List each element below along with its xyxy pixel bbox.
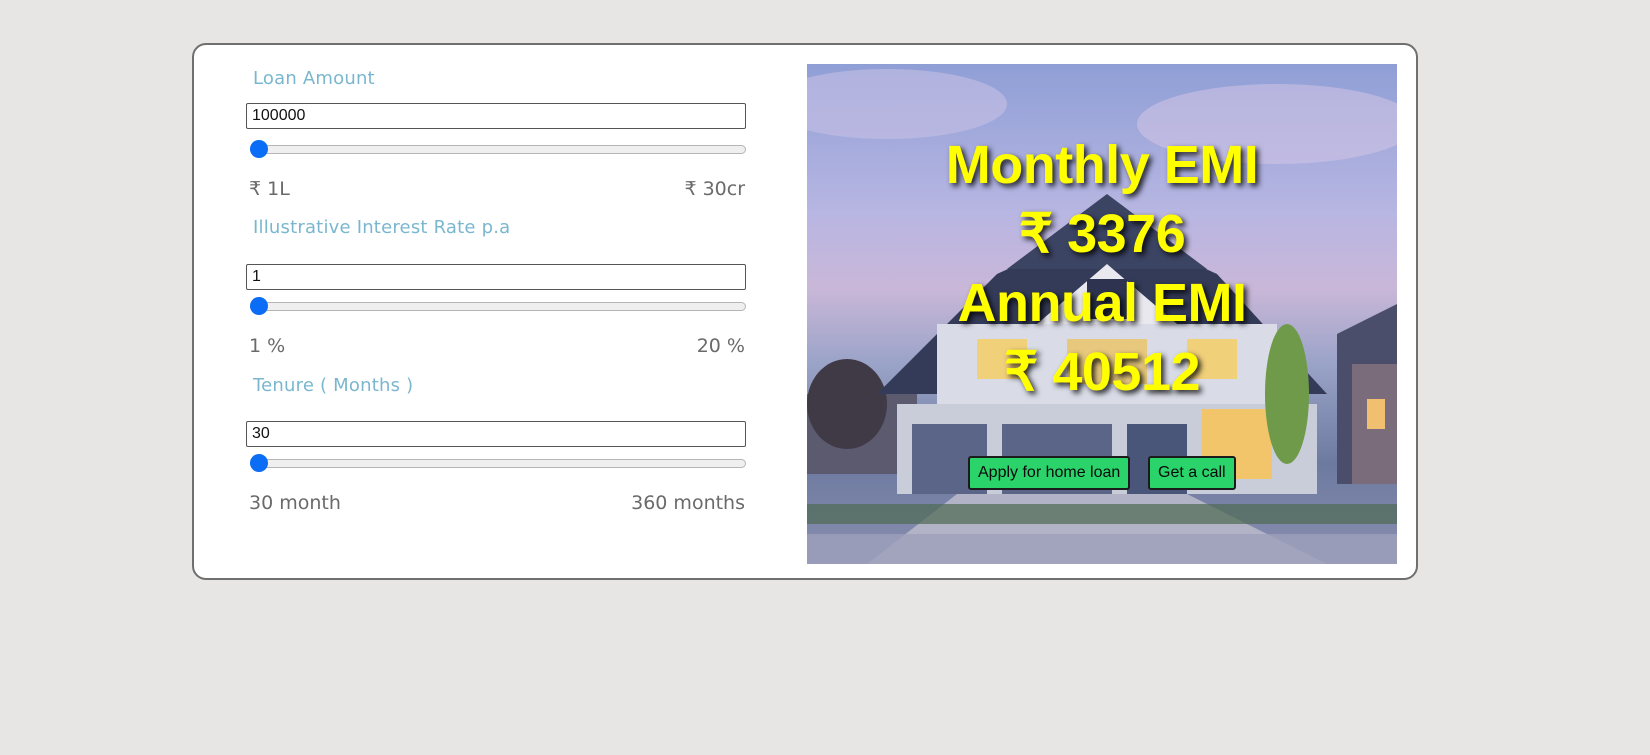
annual-emi-value: ₹ 40512 — [1003, 342, 1201, 402]
house-hero-image: Monthly EMI ₹ 3376 Annual EMI ₹ 40512 Ap… — [807, 64, 1397, 564]
interest-rate-max-label: 20 % — [696, 335, 745, 357]
annual-emi-label: Annual EMI — [957, 273, 1248, 333]
interest-rate-min-label: 1 % — [249, 335, 286, 357]
loan-amount-min-label: ₹ 1L — [249, 178, 290, 200]
apply-home-loan-button[interactable]: Apply for home loan — [968, 456, 1131, 490]
loan-amount-input[interactable] — [246, 103, 746, 129]
slider-thumb[interactable] — [250, 140, 268, 158]
loan-amount-slider[interactable] — [246, 139, 746, 159]
monthly-emi-label: Monthly EMI — [945, 135, 1259, 195]
slider-track — [250, 459, 746, 468]
tenure-input[interactable] — [246, 421, 746, 447]
tenure-label: Tenure ( Months ) — [253, 375, 414, 396]
tenure-min-label: 30 month — [249, 492, 341, 514]
slider-thumb[interactable] — [250, 454, 268, 472]
interest-rate-input[interactable] — [246, 264, 746, 290]
loan-amount-label: Loan Amount — [253, 68, 375, 89]
loan-amount-max-label: ₹ 30cr — [684, 178, 745, 200]
monthly-emi-value: ₹ 3376 — [1018, 204, 1186, 264]
slider-track — [250, 145, 746, 154]
emi-calculator-card: Loan Amount ₹ 1L ₹ 30cr Illustrative Int… — [192, 43, 1418, 580]
interest-rate-label: Illustrative Interest Rate p.a — [253, 217, 511, 238]
interest-rate-slider[interactable] — [246, 296, 746, 316]
tenure-slider[interactable] — [246, 453, 746, 473]
slider-track — [250, 302, 746, 311]
slider-thumb[interactable] — [250, 297, 268, 315]
tenure-max-label: 360 months — [631, 492, 745, 514]
get-a-call-button[interactable]: Get a call — [1148, 456, 1236, 490]
